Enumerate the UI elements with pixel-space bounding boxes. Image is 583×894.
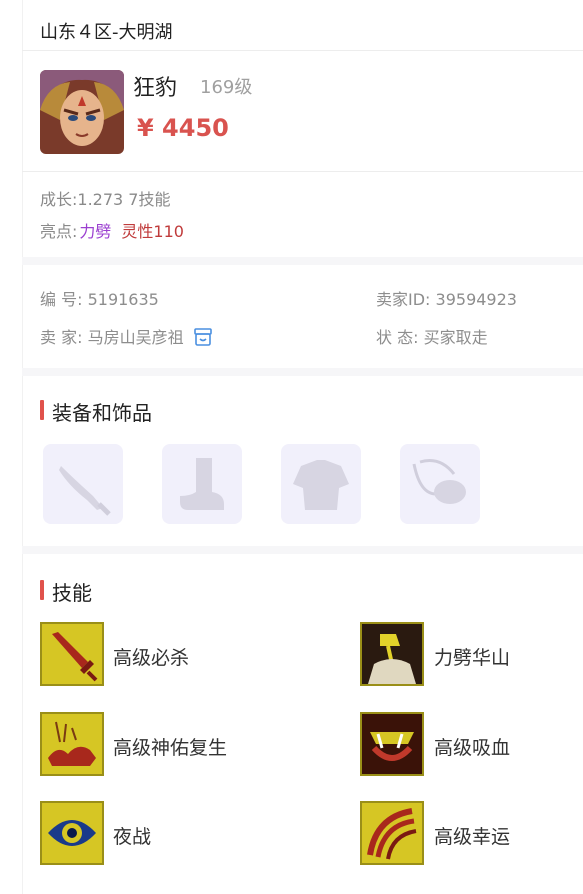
- seller-value[interactable]: 马房山吴彦祖: [88, 328, 184, 347]
- equipment-slot[interactable]: [281, 444, 361, 524]
- status-value: 买家取走: [423, 328, 488, 347]
- item-id: 编 号: 5191635: [40, 286, 159, 310]
- highlight-tag: 力劈: [79, 222, 112, 241]
- skill-item[interactable]: [40, 712, 104, 776]
- seller-id-label: 卖家ID:: [376, 290, 431, 309]
- skill-name: 力劈华山: [434, 647, 511, 669]
- equipment-slot[interactable]: [400, 444, 480, 524]
- skills-title: 技能: [52, 581, 92, 605]
- luck-skill-icon: [362, 808, 422, 863]
- section-marker: [40, 580, 44, 600]
- skill-item[interactable]: [360, 622, 424, 686]
- seller-id: 卖家ID: 39594923: [376, 286, 517, 310]
- skill-item[interactable]: [40, 622, 104, 686]
- equipment-slot[interactable]: [43, 444, 123, 524]
- price: ¥ 4450: [137, 114, 229, 142]
- eye-skill-icon: [42, 820, 102, 863]
- skill-name: 高级幸运: [434, 826, 511, 848]
- status: 状 态: 买家取走: [376, 324, 488, 348]
- axe-skill-icon: [362, 624, 422, 684]
- skill-name: 高级神佑复生: [113, 737, 228, 759]
- skill-item[interactable]: [360, 801, 424, 865]
- item-id-label: 编 号:: [40, 290, 83, 309]
- skill-name: 高级必杀: [113, 647, 190, 669]
- skill-item[interactable]: [360, 712, 424, 776]
- seller: 卖 家: 马房山吴彦祖: [40, 324, 213, 350]
- seller-label: 卖 家:: [40, 328, 83, 347]
- section-separator: [22, 368, 583, 376]
- role-level: 169级: [200, 77, 253, 98]
- section-separator: [22, 257, 583, 265]
- armor-icon: [281, 460, 361, 528]
- fang-skill-icon: [362, 714, 422, 774]
- sword-skill-icon: [42, 632, 102, 684]
- divider: [22, 50, 583, 51]
- server-name: 山东４区-大明湖: [40, 22, 173, 43]
- highlights: 亮点: 力劈 灵性110: [40, 218, 184, 242]
- growth-text: 成长:1.273 7技能: [40, 190, 171, 209]
- equipment-slot[interactable]: [162, 444, 242, 524]
- boot-icon: [162, 458, 242, 528]
- highlights-label: 亮点:: [40, 222, 78, 241]
- highlight-tag: 灵性110: [121, 222, 184, 241]
- role-avatar[interactable]: [40, 70, 124, 154]
- skill-item[interactable]: [40, 801, 104, 865]
- divider: [22, 171, 583, 172]
- revive-skill-icon: [42, 721, 102, 774]
- weapon-icon: [43, 466, 123, 528]
- section-separator: [22, 546, 583, 554]
- skill-name: 高级吸血: [434, 737, 511, 759]
- skill-name: 夜战: [113, 826, 152, 848]
- seller-id-value: 39594923: [435, 290, 517, 309]
- item-id-value: 5191635: [87, 290, 159, 309]
- section-marker: [40, 400, 44, 420]
- role-name: 狂豹: [133, 76, 178, 101]
- necklace-icon: [400, 459, 480, 528]
- status-label: 状 态:: [376, 328, 419, 347]
- equipment-title: 装备和饰品: [52, 401, 152, 425]
- shop-icon[interactable]: [193, 328, 213, 350]
